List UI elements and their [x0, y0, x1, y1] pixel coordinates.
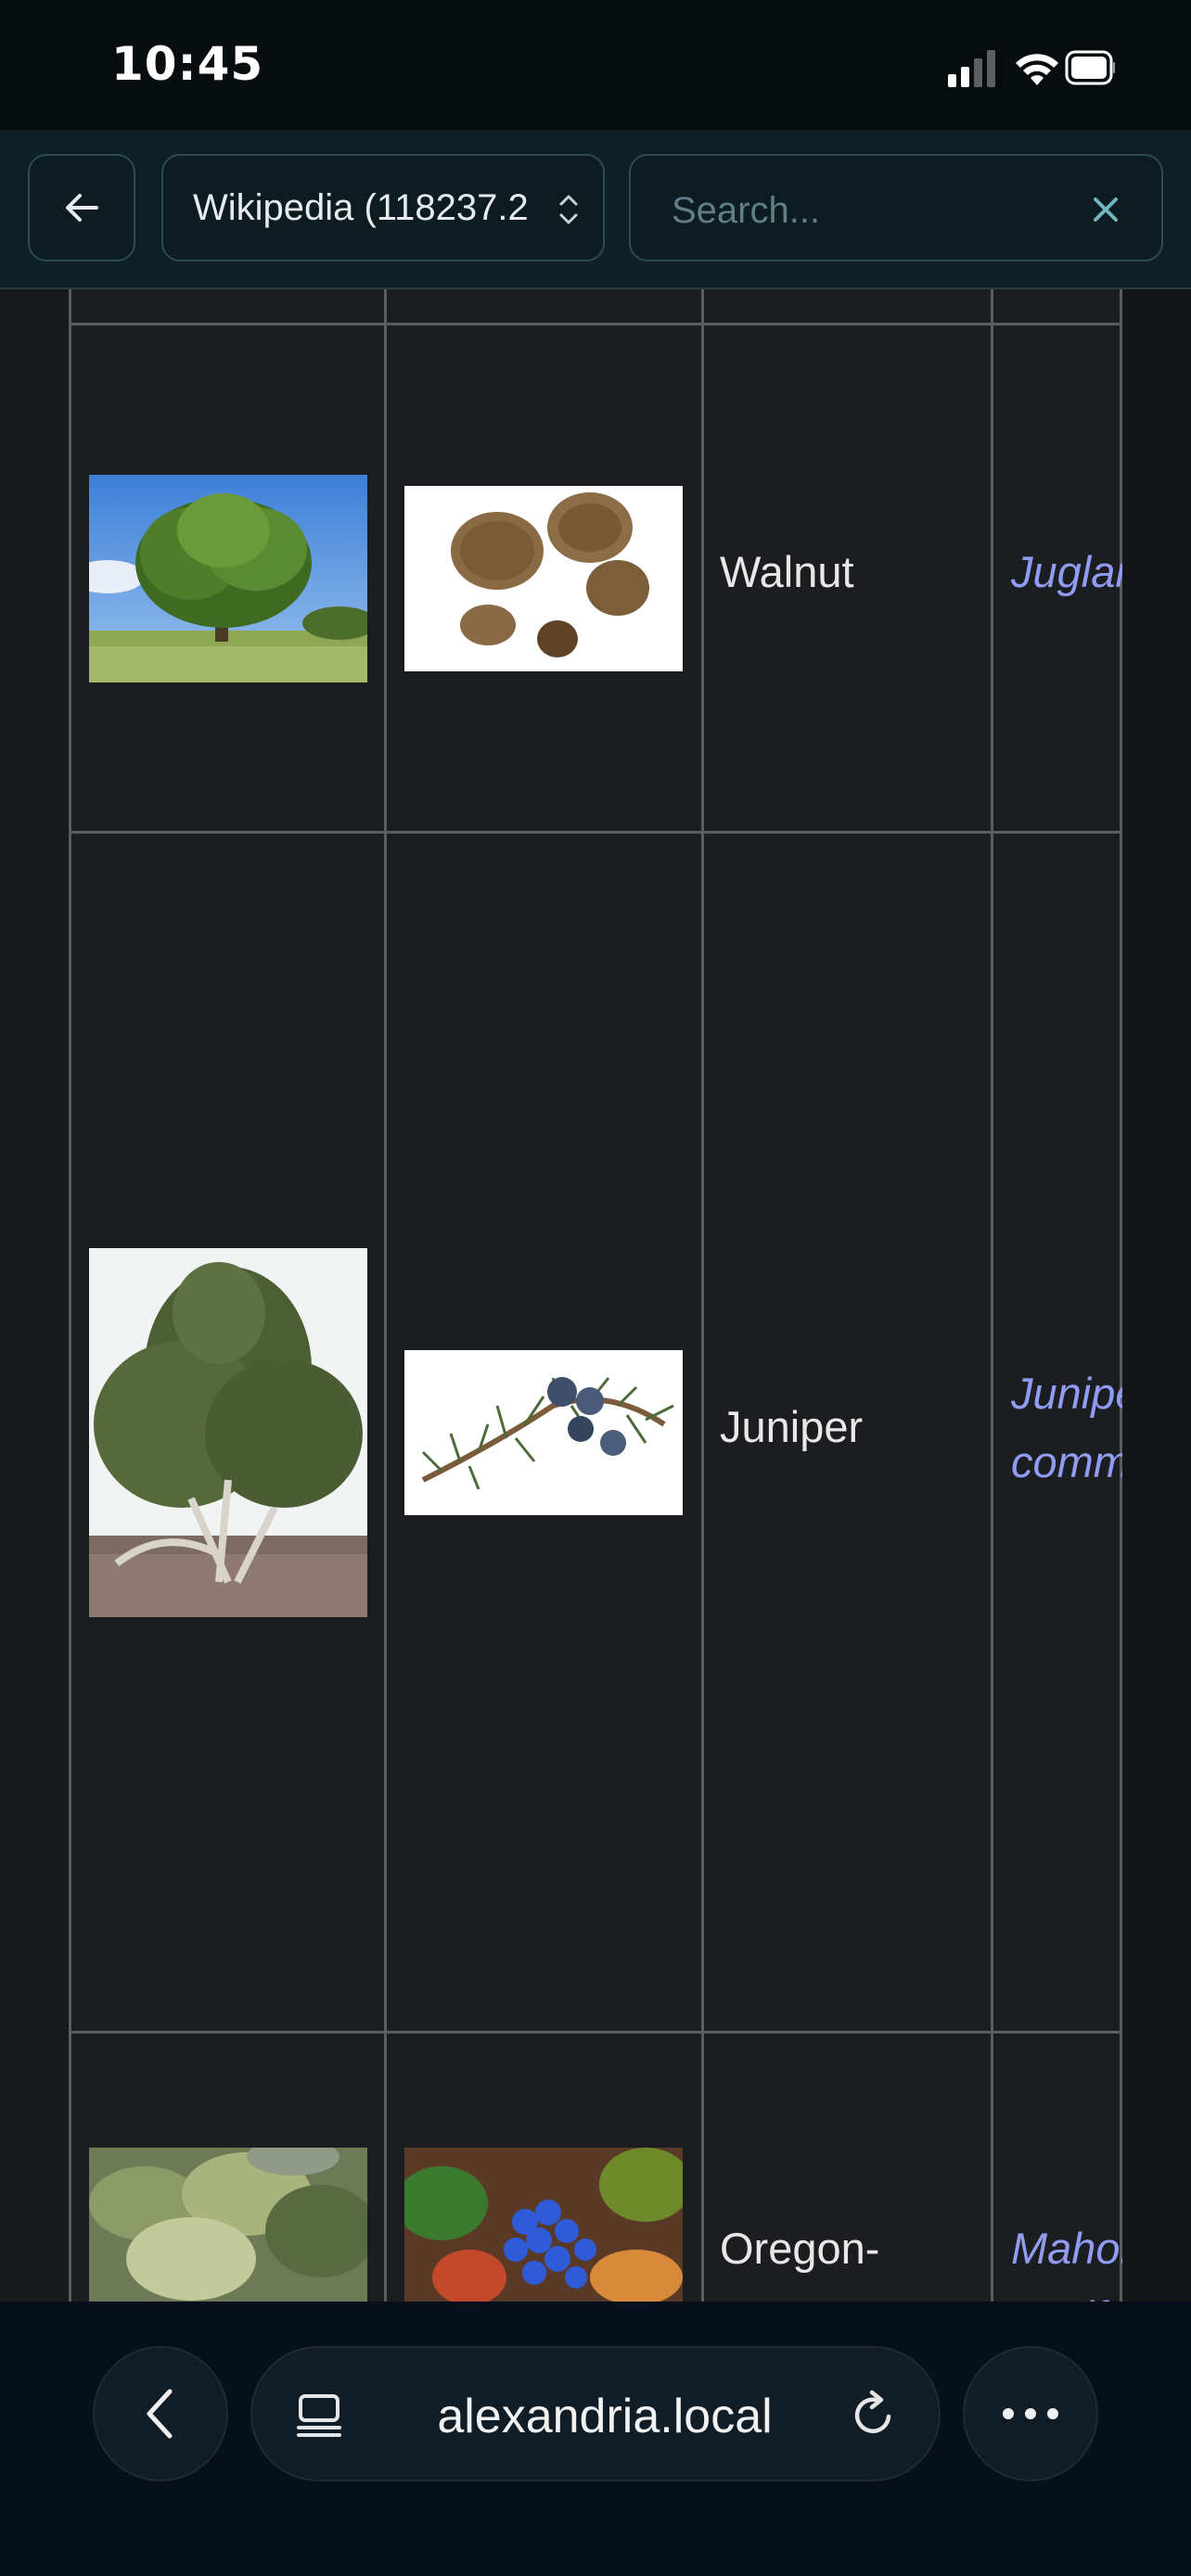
browser-toolbar: alexandria.local	[0, 2302, 1191, 2576]
more-options-button[interactable]	[963, 2346, 1098, 2481]
address-bar[interactable]: alexandria.local	[250, 2346, 941, 2481]
plant-name-line: grape	[720, 2283, 989, 2302]
chevron-up-down-icon	[559, 195, 578, 224]
scientific-name-line: communis	[1011, 1437, 1122, 1486]
plant-name: Oregon- grape	[720, 2214, 989, 2302]
plant-name: Walnut	[720, 547, 854, 596]
wifi-icon	[1016, 54, 1058, 85]
walnut-tree-photo[interactable]	[89, 475, 367, 682]
table-column-divider	[991, 289, 993, 2302]
scientific-name-line: Mahonia	[1011, 2224, 1122, 2273]
scientific-name-link[interactable]: Juniperus communis	[1011, 1359, 1122, 1497]
address-text: alexandria.local	[437, 2390, 773, 2443]
juniper-berries-photo[interactable]	[404, 1350, 683, 1515]
oregon-grape-berries-photo[interactable]	[404, 2148, 683, 2302]
reload-icon[interactable]	[848, 2389, 900, 2441]
top-nav: Wikipedia (118237.2	[0, 130, 1191, 289]
chevron-left-icon	[147, 2389, 173, 2439]
table-row-divider	[69, 323, 1122, 325]
right-margin	[1122, 289, 1191, 2302]
juniper-tree-photo[interactable]	[89, 1248, 367, 1617]
table-row-divider	[69, 2031, 1122, 2034]
ellipsis-icon	[1003, 2408, 1058, 2419]
plant-name: Juniper	[720, 1402, 864, 1451]
plant-name-line: Oregon-	[720, 2224, 880, 2273]
table-column-divider	[69, 289, 71, 2302]
source-select-label: Wikipedia (118237.2	[193, 186, 529, 228]
search-input[interactable]	[670, 184, 1063, 237]
scientific-name-line: Juniperus	[1011, 1369, 1122, 1418]
plant-table: Walnut Juglans	[69, 289, 1122, 2302]
browser-back-button[interactable]	[93, 2346, 228, 2481]
close-icon	[1094, 198, 1118, 222]
status-icons	[948, 50, 1115, 87]
search-field[interactable]	[629, 154, 1163, 261]
article-content: Walnut Juglans	[0, 289, 1191, 2302]
table-column-divider	[384, 289, 387, 2302]
back-button[interactable]	[28, 154, 135, 261]
scientific-name-link[interactable]: Juglans	[1011, 538, 1122, 606]
battery-icon	[1065, 50, 1115, 85]
left-margin	[0, 289, 69, 2302]
arrow-left-icon	[66, 194, 98, 222]
status-bar: 10:45	[0, 0, 1191, 130]
table-row-divider	[69, 831, 1122, 834]
scientific-name-link[interactable]: Mahonia aquifolium	[1011, 2214, 1122, 2302]
scientific-name-line: aquifolium	[1011, 2283, 1122, 2302]
source-select[interactable]: Wikipedia (118237.2	[161, 154, 605, 261]
status-time: 10:45	[111, 37, 264, 91]
walnut-nuts-photo[interactable]	[404, 486, 683, 671]
oregon-grape-plant-photo[interactable]	[89, 2148, 367, 2302]
cellular-signal-icon	[948, 50, 995, 87]
table-column-divider	[701, 289, 704, 2302]
tab-overview-icon[interactable]	[295, 2391, 343, 2439]
clear-search-button[interactable]	[1085, 189, 1126, 230]
